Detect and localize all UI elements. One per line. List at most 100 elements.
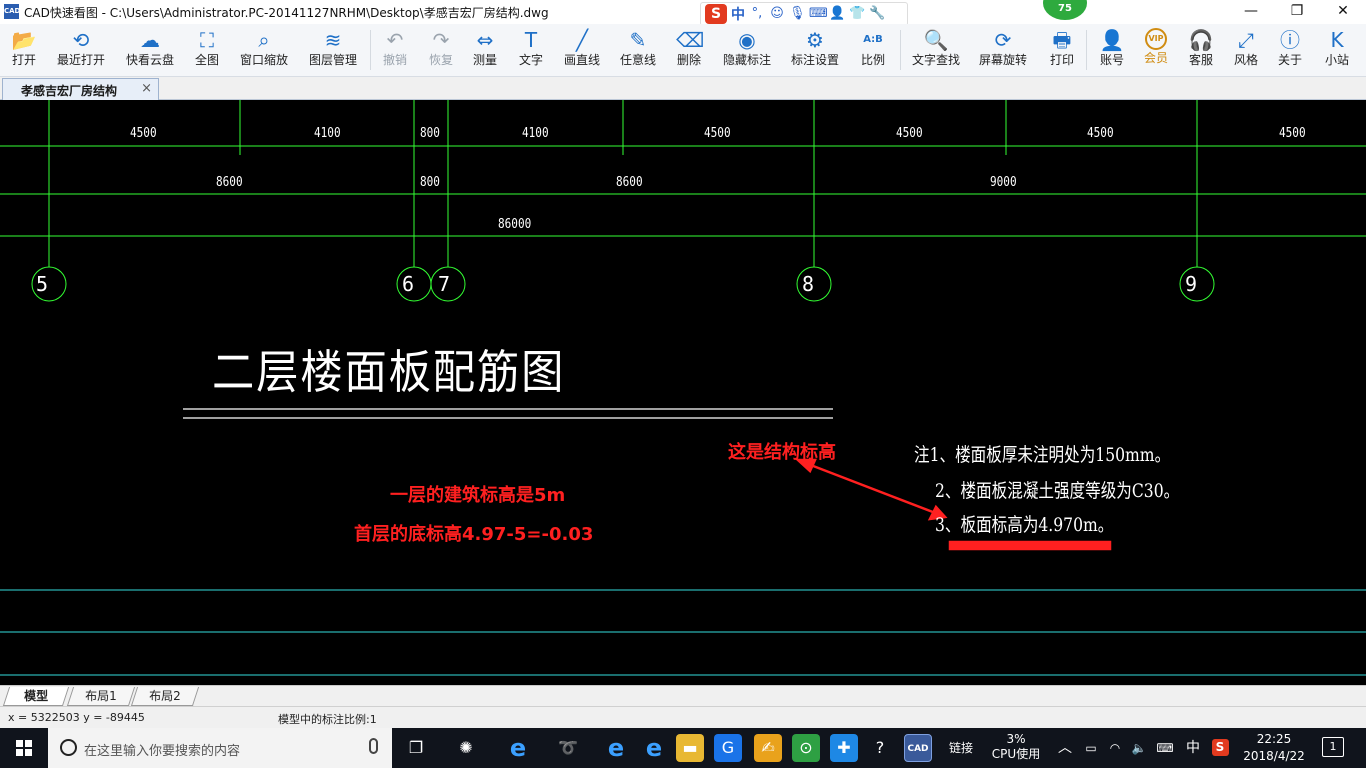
about-button[interactable]: ⓘ 关于 [1272,26,1308,74]
network-link-label[interactable]: 链接 [944,728,978,768]
markset-button[interactable]: ⚙ 标注设置 [786,26,844,74]
open-button[interactable]: 📂 打开 [4,26,44,74]
account-button[interactable]: 👤 账号 [1094,26,1130,74]
spiral-app-icon[interactable]: ➰ [554,734,582,762]
notification-icon[interactable]: 1 [1322,737,1344,757]
vip-icon: VIP [1145,28,1167,50]
minimize-button[interactable]: — [1228,0,1274,24]
redo-button[interactable]: ↷ 恢复 [422,26,460,74]
system-clock[interactable]: 22:25 2018/4/22 [1236,731,1312,765]
punctuation-icon[interactable]: °, [749,6,765,22]
emoji-icon[interactable]: ☺ [769,6,785,22]
document-tab[interactable]: 孝感吉宏厂房结构 × [2,78,159,100]
style-button[interactable]: ⤢ 风格 [1228,26,1264,74]
voice-icon[interactable]: 🎙 [789,6,806,22]
site-label: 小站 [1324,53,1349,67]
task-view-icon[interactable]: ❐ [402,734,430,762]
layout-tab-bar: 模型 布局1 布局2 [0,685,1366,706]
edge-icon[interactable]: e [602,734,630,762]
print-button[interactable]: 🖶 打印 [1040,26,1084,74]
findtext-button[interactable]: 🔍 文字查找 [906,26,966,74]
tab-model[interactable]: 模型 [2,687,70,706]
user-icon[interactable]: 👤 [829,6,845,22]
hide-button[interactable]: ◉ 隐藏标注 [718,26,776,74]
start-button[interactable] [0,728,48,768]
layers-icon: ≋ [324,28,342,52]
axis-label: 8 [802,272,815,296]
note-line-1: 注1、楼面板厚未注明处为150mm。 [914,444,1171,466]
dimension-label: 4100 [522,126,549,141]
printer-icon: 🖶 [1052,28,1072,52]
battery-icon[interactable]: ▭ [1080,728,1102,768]
sogou-logo-icon[interactable]: S [705,4,727,24]
ie-classic-icon[interactable]: e [504,734,532,762]
chevron-up-icon[interactable]: ︿ [1054,728,1076,768]
history-icon: ⟲ [72,28,90,52]
text-button[interactable]: T 文字 [512,26,550,74]
vip-label: 会员 [1143,51,1168,65]
dimension-label: 4500 [1087,126,1114,141]
sogou-tray-icon[interactable]: S [1208,728,1232,768]
headset-icon: 🎧 [1188,28,1214,52]
site-button[interactable]: K 小站 [1318,26,1356,74]
drawing-canvas[interactable]: 4500 4100 800 4100 4500 4500 4500 4500 8… [0,100,1366,685]
level-badge[interactable]: 75 [1043,0,1087,20]
service-button[interactable]: 🎧 客服 [1182,26,1220,74]
zoomwin-button[interactable]: ⌕ 窗口缩放 [236,26,292,74]
skin-icon[interactable]: 👕 [849,6,865,22]
cloud-label: 快看云盘 [125,53,174,67]
restore-button[interactable]: ❐ [1274,0,1320,24]
line-button[interactable]: ╱ 画直线 [560,26,604,74]
recent-button[interactable]: ⟲ 最近打开 [52,26,110,74]
pinwheel-app-icon[interactable]: ✺ [452,734,480,762]
keyboard-icon[interactable]: ⌨ [1152,728,1178,768]
dimension-label: 9000 [990,175,1017,190]
measure-button[interactable]: ⇔ 测量 [466,26,504,74]
ime-language[interactable]: 中 [731,4,745,24]
volume-icon[interactable]: 🔈 [1128,728,1150,768]
fullscreen-icon: ⛶ [200,28,214,52]
fullview-label: 全图 [194,53,219,67]
pen-icon: ✎ [629,28,647,52]
cloud-button[interactable]: ☁ 快看云盘 [122,26,178,74]
cad-app-icon[interactable]: CAD [904,734,932,762]
ime-toolbar[interactable]: S 中 °, ☺ 🎙 ⌨ 👤 👕 🔧 [700,2,908,26]
undo-button[interactable]: ↶ 撤销 [376,26,414,74]
close-tab-icon[interactable]: × [141,81,152,96]
tab-layout1[interactable]: 布局1 [66,687,136,706]
ime-language-indicator[interactable]: 中 [1182,728,1204,768]
wifi-icon[interactable]: ◠ [1104,728,1126,768]
dimension-label: 800 [420,175,440,190]
dimension-label: 8600 [616,175,643,190]
microphone-icon[interactable] [369,738,378,754]
wrench-icon[interactable]: 🔧 [869,6,885,22]
taskbar-search-box[interactable]: 在这里输入你要搜索的内容 [48,728,392,768]
freeline-button[interactable]: ✎ 任意线 [616,26,660,74]
layers-button[interactable]: ≋ 图层管理 [304,26,362,74]
ie-icon[interactable]: e [640,734,668,762]
open-label: 打开 [11,53,36,67]
file-explorer-icon[interactable]: ▬ [676,734,704,762]
title-bar: CAD CAD快速看图 - C:\Users\Administrator.PC-… [0,0,1366,26]
help-app-icon[interactable]: ? [866,734,894,762]
delete-button[interactable]: ⌫ 删除 [668,26,710,74]
vip-button[interactable]: VIP 会员 [1138,26,1174,74]
plus-app-icon[interactable]: ✚ [830,734,858,762]
green-app-icon[interactable]: ⊙ [792,734,820,762]
tab-layout2[interactable]: 布局2 [130,687,200,706]
bottom-elevation-annotation: 首层的底标高4.97-5=-0.03 [354,524,594,545]
rotate-button[interactable]: ⟳ 屏幕旋转 [974,26,1032,74]
account-label: 账号 [1099,53,1124,67]
toolbar-separator [370,30,371,70]
scale-button[interactable]: A:B 比例 [852,26,894,74]
cloud-icon: ☁ [140,28,160,52]
g-app-icon[interactable]: G [714,734,742,762]
close-button[interactable]: ✕ [1320,0,1366,24]
notes-app-icon[interactable]: ✍ [754,734,782,762]
zoomwin-label: 窗口缩放 [239,53,288,67]
keyboard-icon[interactable]: ⌨ [809,6,828,22]
cpu-usage[interactable]: 3% CPU使用 [986,728,1046,768]
fullview-button[interactable]: ⛶ 全图 [188,26,226,74]
line-icon: ╱ [575,28,589,52]
text-label: 文字 [518,53,543,67]
